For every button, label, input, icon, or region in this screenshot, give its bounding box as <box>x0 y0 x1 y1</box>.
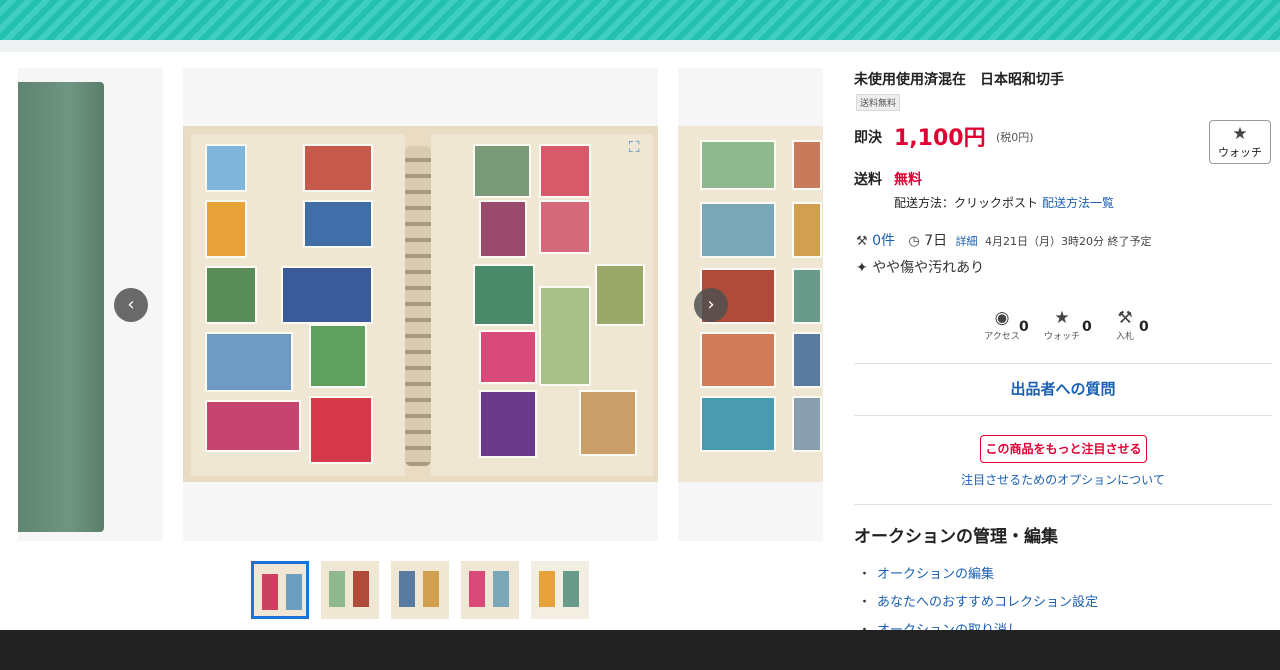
stamp <box>205 266 257 324</box>
shipping-methods-link[interactable]: 配送方法一覧 <box>1042 196 1114 210</box>
stamp <box>595 264 645 326</box>
watch-button[interactable]: ★ ウォッチ <box>1209 120 1271 164</box>
promote-button[interactable]: この商品をもっと注目させる <box>980 435 1147 463</box>
stamp <box>473 264 535 326</box>
stamp <box>309 324 367 388</box>
stamp <box>792 268 822 324</box>
stamp <box>309 396 373 464</box>
end-time: 4月21日（月）3時20分 終了予定 <box>985 235 1152 248</box>
item-condition: ✦ やや傷や汚れあり <box>856 257 984 277</box>
promote-options-link[interactable]: 注目させるためのオプションについて <box>854 471 1272 488</box>
stamp <box>539 144 591 198</box>
zoom-icon[interactable]: ⛶ <box>629 138 647 156</box>
stamp <box>792 396 822 452</box>
stamp <box>205 400 301 452</box>
manage-item-label: あなたへのおすすめコレクション設定 <box>877 595 1099 610</box>
stat-count: 0 <box>1019 319 1029 335</box>
stat-access: ◉ アクセス 0 <box>972 308 1032 342</box>
shipping-value: 無料 <box>894 172 922 188</box>
time-detail-link[interactable]: 詳細 <box>956 235 978 248</box>
manage-item[interactable]: ・あなたへのおすすめコレクション設定 <box>858 591 1098 619</box>
stamp <box>281 266 373 324</box>
stamp <box>700 332 776 388</box>
clock-icon: ◷ <box>908 234 920 249</box>
stamp <box>700 396 776 452</box>
chevron-left-icon[interactable]: ‹ <box>114 288 148 322</box>
tax-note: (税0円) <box>996 131 1034 144</box>
album-page-left <box>191 134 405 476</box>
shipping-method-text: 配送方法：クリックポスト <box>894 196 1039 210</box>
divider <box>854 415 1272 416</box>
chevron-right-icon[interactable]: › <box>694 288 728 322</box>
album-page-right <box>431 134 653 476</box>
stamp <box>205 144 247 192</box>
stamp <box>473 144 531 198</box>
manage-section-title: オークションの管理・編集 <box>854 527 1058 547</box>
stamp <box>539 286 591 386</box>
thumbnail-5[interactable] <box>531 561 589 619</box>
shipping-method: 配送方法：クリックポスト 配送方法一覧 <box>894 194 1114 211</box>
stamp <box>205 200 247 258</box>
stamp <box>479 390 537 458</box>
sparkle-icon: ✦ <box>856 260 868 276</box>
stamp <box>579 390 637 456</box>
divider <box>854 363 1272 364</box>
manage-item-label: オークションの編集 <box>877 567 995 582</box>
condition-text: やや傷や汚れあり <box>872 260 985 276</box>
stamp <box>700 140 776 190</box>
item-title: 未使用使用済混在 日本昭和切手 <box>854 72 1064 88</box>
divider <box>854 504 1272 505</box>
item-page: ⛶ ‹ › 未使用使用済混在 日本昭和切手 送料無料 即決 1,100円 (税0… <box>0 52 1280 638</box>
star-icon: ★ <box>1232 124 1248 144</box>
header-banner <box>0 0 1280 40</box>
stamp <box>700 202 776 258</box>
stat-bids: ⚒ 入札 0 <box>1095 308 1155 342</box>
stamp <box>792 202 822 258</box>
time-left: 7日 <box>924 233 948 249</box>
album-binding <box>405 146 431 466</box>
gallery-photo-main[interactable]: ⛶ <box>183 68 658 541</box>
buy-now-label: 即決 <box>854 130 882 146</box>
watch-button-label: ウォッチ <box>1218 146 1262 159</box>
buy-now-price: 1,100円 <box>894 126 986 151</box>
shipping-label: 送料 <box>854 172 882 188</box>
thumbnail-3[interactable] <box>391 561 449 619</box>
stamp-album-image <box>183 126 658 482</box>
stamp <box>792 332 822 388</box>
auction-meta: ⚒ 0件 ◷ 7日 詳細 4月21日（月）3時20分 終了予定 <box>856 230 1152 250</box>
thumbnail-1[interactable] <box>251 561 309 619</box>
manage-item[interactable]: ・オークションの編集 <box>858 563 1098 591</box>
gavel-icon: ⚒ <box>856 234 868 249</box>
stamp <box>539 200 591 254</box>
stamp <box>303 200 373 248</box>
item-stats: ◉ アクセス 0 ★ ウォッチ 0 ⚒ 入札 0 <box>972 308 1162 348</box>
free-shipping-badge: 送料無料 <box>856 94 901 111</box>
header-strip <box>0 40 1280 52</box>
bid-count[interactable]: 0件 <box>872 233 895 249</box>
thumbnail-2[interactable] <box>321 561 379 619</box>
stamp <box>479 330 537 384</box>
stamp <box>479 200 527 258</box>
bottom-bar <box>0 630 1280 670</box>
stamp <box>792 140 822 190</box>
stamp <box>303 144 373 192</box>
album-cover-image <box>18 82 104 532</box>
stat-count: 0 <box>1139 319 1149 335</box>
stat-count: 0 <box>1082 319 1092 335</box>
thumbnail-4[interactable] <box>461 561 519 619</box>
stat-watch: ★ ウォッチ 0 <box>1032 308 1092 342</box>
seller-question-link[interactable]: 出品者への質問 <box>854 378 1272 399</box>
stamp <box>205 332 293 392</box>
